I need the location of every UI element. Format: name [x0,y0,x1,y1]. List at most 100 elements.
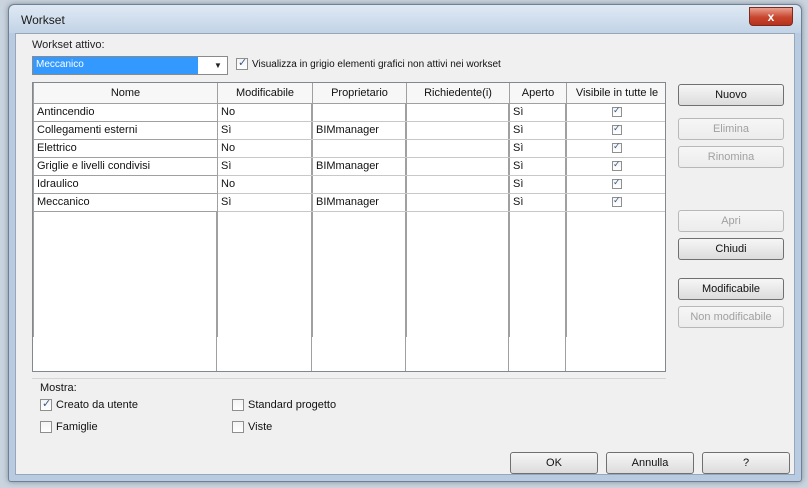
empty-row [33,247,665,265]
table-header-row: Nome Modificabile Proprietario Richieden… [33,83,665,104]
workset-visible-cell[interactable] [566,103,665,122]
table-row[interactable]: Meccanico Sì BIMmanager Sì [33,193,665,212]
visible-checkbox[interactable] [612,159,622,172]
empty-row [33,283,665,301]
workset-open-cell[interactable]: Sì [509,103,567,122]
column-header-requester[interactable]: Richiedente(i) [406,83,510,104]
project-standards-label: Standard progetto [248,399,337,411]
families-checkbox[interactable] [40,421,52,433]
gray-inactive-toggle[interactable]: Visualizza in grigio elementi grafici no… [236,56,501,70]
column-header-open[interactable]: Aperto [509,83,567,104]
visible-checkbox[interactable] [612,123,622,136]
table-row[interactable]: Griglie e livelli condivisi Sì BIMmanager S… [33,157,665,176]
gray-inactive-label: Visualizza in grigio elementi grafici no… [252,58,501,70]
editable-button[interactable]: Modificabile [678,278,784,300]
workset-name-cell[interactable]: Meccanico [33,193,218,212]
title-bar: Workset x [9,5,801,33]
empty-row [33,265,665,283]
user-created-checkbox[interactable] [40,397,52,411]
open-button[interactable]: Apri [678,210,784,232]
table-row[interactable]: Idraulico No Sì [33,175,665,194]
rename-button[interactable]: Rinomina [678,146,784,168]
close-icon: x [767,9,775,24]
chevron-down-icon[interactable]: ▼ [209,57,227,74]
visible-checkbox[interactable] [612,141,622,154]
show-filter-group: Mostra: Creato da utente Famiglie Standa… [32,378,666,440]
empty-row [33,211,665,229]
window-title: Workset [21,13,65,27]
help-button[interactable]: ? [702,452,790,474]
views-label: Viste [248,421,273,433]
visible-checkbox[interactable] [612,105,622,118]
delete-button[interactable]: Elimina [678,118,784,140]
project-standards-checkbox[interactable] [232,399,244,411]
workset-open-cell[interactable]: Sì [509,139,567,158]
workset-requester-cell[interactable] [406,103,510,122]
close-button[interactable]: x [749,7,793,26]
workset-editable-cell[interactable]: Sì [217,157,313,176]
table-row[interactable]: Antincendio No Sì [33,103,665,122]
workset-requester-cell[interactable] [406,157,510,176]
table-row[interactable]: Collegamenti esterni Sì BIMmanager Sì [33,121,665,140]
workset-visible-cell[interactable] [566,193,665,212]
workset-owner-cell[interactable] [312,103,407,122]
workset-open-cell[interactable]: Sì [509,193,567,212]
workset-owner-cell[interactable] [312,139,407,158]
workset-visible-cell[interactable] [566,157,665,176]
column-header-name[interactable]: Nome [33,83,218,104]
table-row[interactable]: Elettrico No Sì [33,139,665,158]
empty-row [33,301,665,319]
column-header-owner[interactable]: Proprietario [312,83,407,104]
workset-editable-cell[interactable]: Sì [217,121,313,140]
workset-editable-cell[interactable]: No [217,175,313,194]
empty-row [33,229,665,247]
active-workset-value: Meccanico [33,57,198,74]
workset-visible-cell[interactable] [566,175,665,194]
workset-dialog: Workset x Workset attivo: Meccanico ▼ Vi… [8,4,802,482]
project-standards-option[interactable]: Standard progetto [232,399,336,411]
active-workset-dropdown[interactable]: Meccanico ▼ [32,56,228,75]
workset-visible-cell[interactable] [566,121,665,140]
workset-owner-cell[interactable]: BIMmanager [312,157,407,176]
workset-requester-cell[interactable] [406,175,510,194]
column-header-editable[interactable]: Modificabile [217,83,313,104]
not-editable-button[interactable]: Non modificabile [678,306,784,328]
workset-requester-cell[interactable] [406,121,510,140]
close-workset-button[interactable]: Chiudi [678,238,784,260]
gray-inactive-checkbox[interactable] [236,56,248,70]
workset-editable-cell[interactable]: Sì [217,193,313,212]
workset-editable-cell[interactable]: No [217,103,313,122]
views-checkbox[interactable] [232,421,244,433]
workset-open-cell[interactable]: Sì [509,157,567,176]
empty-row [33,319,665,337]
workset-owner-cell[interactable] [312,175,407,194]
views-option[interactable]: Viste [232,421,272,433]
ok-button[interactable]: OK [510,452,598,474]
visible-checkbox[interactable] [612,195,622,208]
user-created-option[interactable]: Creato da utente [40,397,138,411]
dialog-body: Workset attivo: Meccanico ▼ Visualizza i… [15,33,795,475]
workset-name-cell[interactable]: Elettrico [33,139,218,158]
workset-visible-cell[interactable] [566,139,665,158]
workset-name-cell[interactable]: Antincendio [33,103,218,122]
cancel-button[interactable]: Annulla [606,452,694,474]
active-workset-label: Workset attivo: [32,39,105,51]
workset-requester-cell[interactable] [406,139,510,158]
workset-name-cell[interactable]: Collegamenti esterni [33,121,218,140]
workset-requester-cell[interactable] [406,193,510,212]
show-label: Mostra: [40,382,77,394]
new-button[interactable]: Nuovo [678,84,784,106]
workset-name-cell[interactable]: Idraulico [33,175,218,194]
workset-owner-cell[interactable]: BIMmanager [312,193,407,212]
workset-table: Nome Modificabile Proprietario Richieden… [32,82,666,372]
workset-open-cell[interactable]: Sì [509,121,567,140]
workset-owner-cell[interactable]: BIMmanager [312,121,407,140]
workset-name-cell[interactable]: Griglie e livelli condivisi [33,157,218,176]
workset-editable-cell[interactable]: No [217,139,313,158]
families-label: Famiglie [56,421,98,433]
user-created-label: Creato da utente [56,399,138,411]
visible-checkbox[interactable] [612,177,622,190]
workset-open-cell[interactable]: Sì [509,175,567,194]
column-header-visible[interactable]: Visibile in tutte le [566,83,665,104]
families-option[interactable]: Famiglie [40,421,98,433]
